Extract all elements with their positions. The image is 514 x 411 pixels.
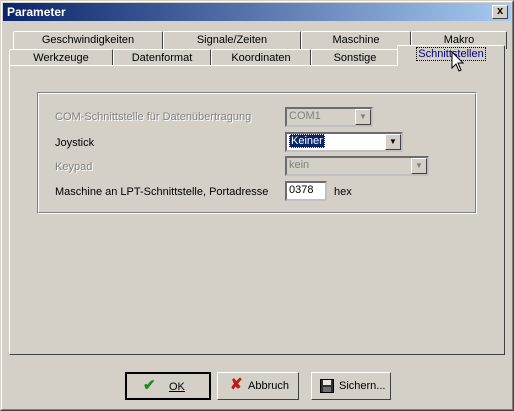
x-icon: ✘ bbox=[230, 376, 243, 393]
window-title: Parameter bbox=[7, 5, 66, 19]
tab-maschine[interactable]: Maschine bbox=[301, 31, 411, 49]
close-button[interactable]: x bbox=[492, 5, 508, 19]
hex-unit-label: hex bbox=[334, 186, 352, 198]
title-bar[interactable]: Parameter x bbox=[3, 3, 511, 21]
tab-signale-zeiten[interactable]: Signale/Zeiten bbox=[163, 31, 301, 49]
lpt-port-label: Maschine an LPT-Schnittstelle, Portadres… bbox=[55, 186, 269, 198]
chevron-down-icon: ▼ bbox=[411, 158, 427, 174]
chevron-down-icon[interactable]: ▼ bbox=[385, 134, 401, 150]
chevron-down-icon: ▼ bbox=[355, 109, 371, 125]
lpt-address-input[interactable]: 0378 bbox=[285, 181, 327, 201]
close-icon: x bbox=[496, 5, 504, 17]
mouse-cursor-icon bbox=[451, 50, 465, 76]
joystick-label: Joystick bbox=[55, 137, 95, 149]
check-icon: ✔ bbox=[143, 377, 156, 394]
parameter-dialog: Parameter x Geschwindigkeiten Signale/Ze… bbox=[0, 0, 514, 411]
tab-geschwindigkeiten[interactable]: Geschwindigkeiten bbox=[13, 31, 163, 49]
com-port-label: COM-Schnittstelle für Datenübertragung bbox=[55, 111, 252, 123]
com-port-select: COM1 ▼ bbox=[285, 107, 373, 127]
save-button[interactable]: Sichern... bbox=[311, 372, 391, 400]
keypad-label: Keypad bbox=[55, 161, 93, 173]
cancel-button[interactable]: ✘ Abbruch bbox=[217, 372, 299, 400]
ok-button[interactable]: ✔ OK bbox=[125, 372, 211, 400]
joystick-select[interactable]: Keiner ▼ bbox=[285, 132, 403, 152]
floppy-disk-icon bbox=[320, 379, 334, 397]
keypad-select: kein ▼ bbox=[285, 156, 429, 176]
